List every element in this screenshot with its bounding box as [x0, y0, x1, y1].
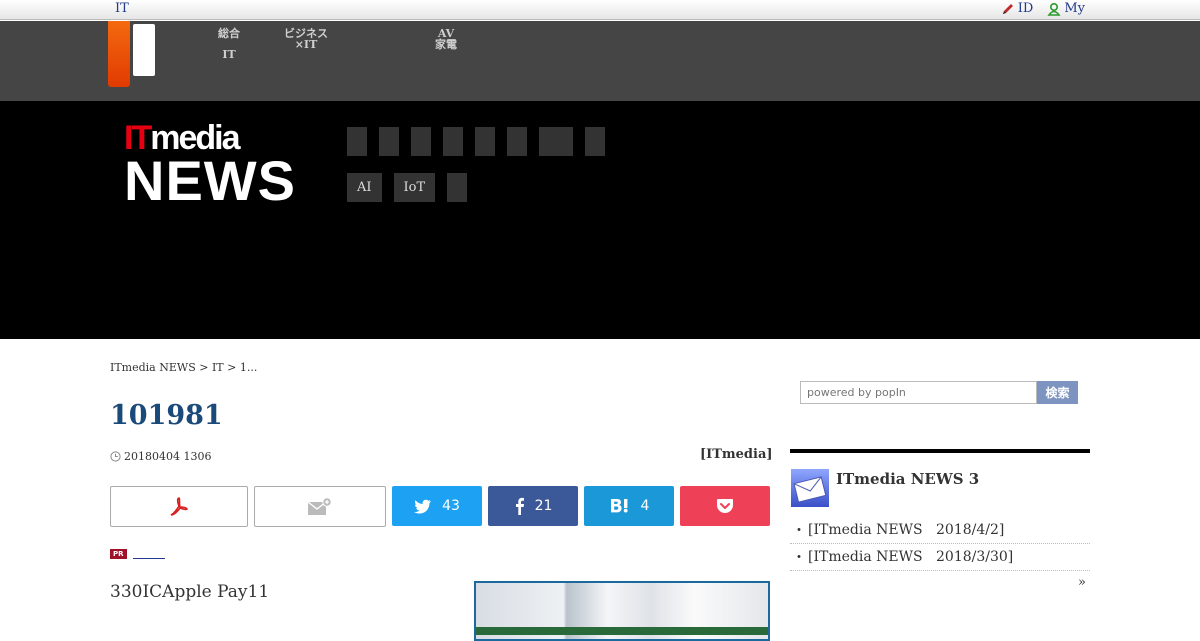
- article-lead: 330ICApple Pay11: [110, 582, 270, 602]
- category-tab[interactable]: [475, 127, 495, 156]
- site-header: ITmedia NEWS AI IoT: [0, 101, 1200, 339]
- top-strip: IT ID My: [0, 0, 1200, 20]
- tag-ai[interactable]: AI: [347, 173, 382, 202]
- pr-badge: PR: [110, 549, 127, 559]
- newsletter-box: ITmedia NEWS 3 ・ [ITmedia NEWS 2018/4/2]…: [790, 449, 1090, 571]
- hatena-bookmark-icon: [610, 499, 628, 513]
- nav-item-line2: ×IT: [294, 38, 318, 51]
- list-item-name: [ITmedia NEWS: [808, 522, 923, 538]
- category-tab[interactable]: [539, 127, 573, 156]
- pr-line: PR: [110, 549, 165, 559]
- envelope-icon: [791, 469, 829, 507]
- user-icon: [1047, 2, 1061, 16]
- pdf-icon: [170, 496, 188, 516]
- mail-share-button[interactable]: [254, 486, 386, 527]
- itmedia-id-link[interactable]: ID: [1001, 1, 1034, 16]
- list-item-date: 2018/3/30]: [936, 549, 1014, 565]
- twitter-icon: [414, 499, 432, 514]
- category-tab[interactable]: [443, 127, 463, 156]
- global-nav: 総合 IT ビジネス ×IT AV 家電: [0, 21, 1200, 101]
- category-tab[interactable]: [507, 127, 527, 156]
- category-nav: [347, 127, 605, 156]
- more-link[interactable]: »: [1078, 575, 1086, 590]
- photo-detail: [476, 627, 768, 635]
- pr-link[interactable]: [132, 550, 165, 559]
- id-label: ID: [1017, 1, 1034, 16]
- bullet: ・: [792, 523, 806, 539]
- pocket-save-button[interactable]: [680, 486, 770, 526]
- breadcrumb[interactable]: ITmedia NEWS > IT > 1...: [110, 361, 257, 374]
- itmedia-news-logo[interactable]: ITmedia NEWS: [124, 121, 296, 212]
- my-page-link[interactable]: My: [1047, 1, 1085, 16]
- search-input[interactable]: [800, 381, 1037, 404]
- list-item[interactable]: ・ [ITmedia NEWS 2018/4/2]: [790, 517, 1090, 544]
- article-date: 20180404 1306: [110, 450, 211, 463]
- top-site-link[interactable]: IT: [115, 1, 129, 16]
- nav-item-line2: IT: [222, 48, 236, 61]
- nav-item-av[interactable]: AV 家電: [435, 28, 457, 50]
- article-photo[interactable]: [474, 581, 770, 641]
- category-tab[interactable]: [379, 127, 399, 156]
- nav-item-general[interactable]: 総合 IT: [218, 28, 240, 60]
- facebook-share-button[interactable]: 21: [488, 486, 578, 526]
- pencil-icon: [1002, 3, 1013, 14]
- twitter-count: 43: [442, 498, 460, 514]
- logo-news-text: NEWS: [124, 149, 296, 212]
- tag-iot[interactable]: IoT: [393, 173, 436, 202]
- newsletter-header: ITmedia NEWS 3: [790, 468, 1090, 508]
- mail-plus-icon: [307, 496, 332, 515]
- facebook-count: 21: [534, 498, 553, 514]
- nav-item-line1: 総合: [218, 27, 240, 40]
- top-account-links: ID My: [1001, 1, 1085, 16]
- search-button[interactable]: 検索: [1037, 381, 1078, 404]
- itmedia-mark-logo[interactable]: [108, 21, 158, 87]
- logo-bar-white: [133, 24, 155, 76]
- facebook-icon: [515, 497, 524, 515]
- category-tab[interactable]: [411, 127, 431, 156]
- nav-item-line2: 家電: [435, 38, 457, 51]
- newsletter-title: ITmedia NEWS 3: [836, 470, 980, 488]
- list-item-name: [ITmedia NEWS: [808, 549, 923, 565]
- twitter-share-button[interactable]: 43: [392, 486, 482, 526]
- search-form: 検索: [800, 381, 1078, 404]
- article-title: 101981: [110, 400, 223, 431]
- bullet: ・: [792, 550, 806, 566]
- category-tab[interactable]: [347, 127, 367, 156]
- hatena-count: 4: [640, 498, 650, 514]
- pocket-icon: [717, 499, 733, 513]
- clock-icon: [110, 451, 121, 462]
- pdf-button[interactable]: [110, 486, 248, 527]
- logo-bar-orange: [108, 21, 130, 87]
- list-item-date: 2018/4/2]: [936, 522, 1005, 538]
- hatena-bookmark-button[interactable]: 4: [584, 486, 674, 526]
- article-byline: [ITmedia]: [700, 447, 773, 462]
- nav-item-business[interactable]: ビジネス ×IT: [284, 28, 328, 50]
- newsletter-list: ・ [ITmedia NEWS 2018/4/2] ・ [ITmedia NEW…: [790, 517, 1090, 571]
- my-label: My: [1064, 1, 1085, 16]
- tag-empty[interactable]: [447, 173, 468, 202]
- date-text: 20180404 1306: [124, 450, 212, 463]
- topic-tags: AI IoT: [347, 173, 468, 202]
- category-tab[interactable]: [585, 127, 605, 156]
- list-item[interactable]: ・ [ITmedia NEWS 2018/3/30]: [790, 544, 1090, 571]
